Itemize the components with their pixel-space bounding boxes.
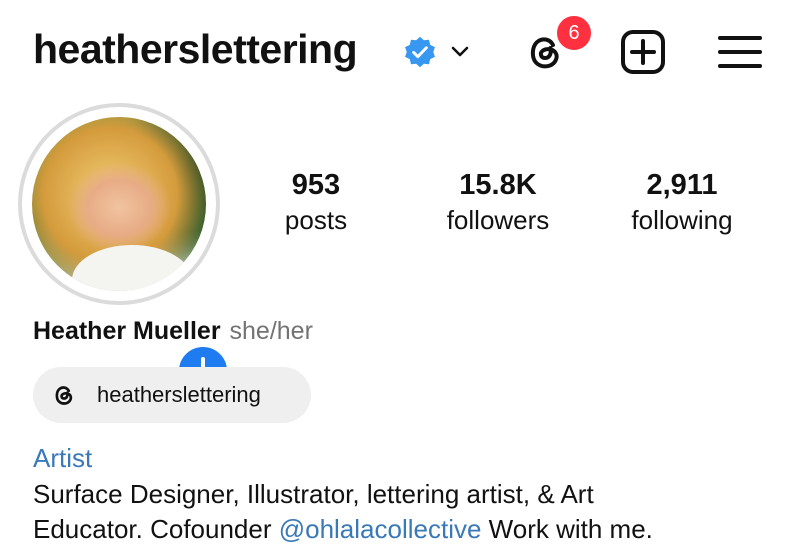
- full-name-text: Heather Mueller: [33, 317, 221, 345]
- following-count: 2,911: [646, 169, 718, 201]
- followers-label: followers: [446, 205, 550, 235]
- followers-count: 15.8K: [459, 169, 537, 201]
- threads-icon: [55, 386, 73, 405]
- plus-square-icon[interactable]: [619, 28, 667, 76]
- chevron-down-icon[interactable]: [449, 41, 471, 63]
- bio-line-2: Educator. Cofounder @ohlalacollective Wo…: [33, 514, 653, 545]
- notification-badge: 6: [554, 13, 594, 53]
- threads-handle: heatherslettering: [97, 382, 261, 407]
- followers-stat[interactable]: 15.8K followers: [428, 168, 568, 236]
- profile-avatar[interactable]: [18, 103, 231, 399]
- following-label: following: [631, 205, 733, 235]
- posts-label: posts: [284, 205, 348, 235]
- posts-count: 953: [291, 169, 341, 201]
- profile-photo: [32, 117, 206, 291]
- bio-line-1: Surface Designer, Illustrator, lettering…: [33, 479, 594, 509]
- full-name: Heather Mueller she/her: [33, 317, 313, 346]
- posts-stat[interactable]: 953 posts: [266, 168, 366, 236]
- hamburger-menu-icon[interactable]: [717, 32, 763, 72]
- username-switcher[interactable]: heatherslettering: [33, 26, 358, 73]
- following-stat[interactable]: 2,911 following: [612, 168, 752, 236]
- pronouns: she/her: [229, 317, 313, 345]
- profile-header: heatherslettering 6: [0, 0, 797, 100]
- verified-badge-icon: [405, 36, 435, 68]
- profile-category: Artist: [33, 443, 93, 473]
- threads-profile-link[interactable]: heatherslettering: [33, 367, 311, 423]
